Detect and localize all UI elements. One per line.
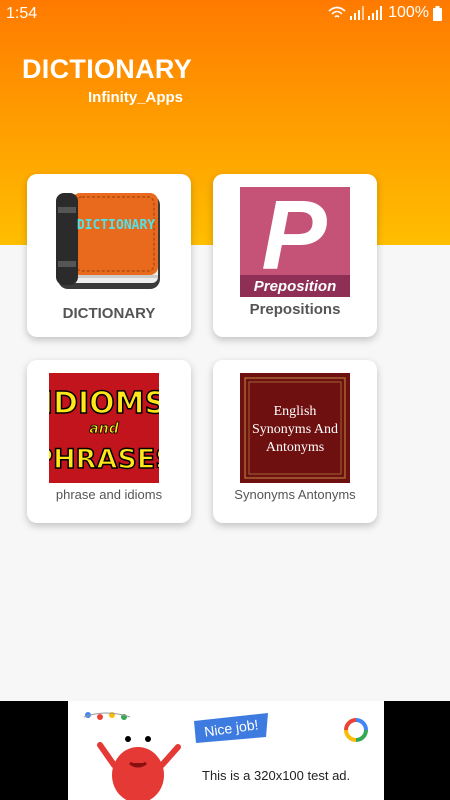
card-synonyms-antonyms[interactable]: English Synonyms And Antonyms Synonyms A… bbox=[213, 360, 377, 523]
card-label-phrase-idioms: phrase and idioms bbox=[55, 487, 163, 502]
preposition-icon-letter: P bbox=[261, 187, 327, 290]
card-label-synonyms-antonyms: Synonyms Antonyms bbox=[234, 487, 356, 502]
idioms-phrases-icon: IDIOMS and PHRASES bbox=[49, 373, 159, 483]
ad-logo-icon bbox=[344, 718, 368, 742]
card-dictionary[interactable]: DICTIONARY DICTIONARY bbox=[27, 174, 191, 337]
status-time: 1:54 bbox=[6, 5, 38, 22]
dictionary-book-icon: DICTIONARY bbox=[56, 193, 160, 289]
card-prepositions[interactable]: P Preposition Prepositions bbox=[213, 174, 377, 337]
idioms-icon-line3: PHRASES bbox=[49, 444, 159, 475]
battery-icon bbox=[433, 5, 442, 21]
card-label-dictionary: DICTIONARY bbox=[62, 305, 156, 322]
card-phrase-idioms[interactable]: IDIOMS and PHRASES phrase and idioms bbox=[27, 360, 191, 523]
synonyms-antonyms-book-icon: English Synonyms And Antonyms bbox=[240, 373, 350, 483]
idioms-icon-line1: IDIOMS bbox=[49, 386, 159, 421]
synonyms-icon-line1: English bbox=[274, 404, 317, 419]
app-title: DICTIONARY bbox=[22, 54, 192, 84]
preposition-icon-text: Preposition bbox=[254, 278, 337, 295]
signal-icon-2 bbox=[368, 6, 383, 20]
synonyms-icon-line3: Antonyms bbox=[266, 440, 324, 455]
ad-text: This is a 320x100 test ad. bbox=[202, 768, 351, 783]
wifi-icon bbox=[328, 6, 346, 20]
signal-icon bbox=[350, 6, 365, 20]
ad-banner[interactable]: Nice job! This is a 320x100 test ad. bbox=[0, 701, 450, 800]
ad-content[interactable]: Nice job! This is a 320x100 test ad. bbox=[68, 701, 384, 800]
ad-monster-illustration bbox=[83, 712, 181, 800]
app-subtitle: Infinity_Apps bbox=[88, 89, 184, 106]
preposition-icon: P Preposition bbox=[240, 187, 350, 297]
card-label-prepositions: Prepositions bbox=[249, 301, 341, 318]
dictionary-icon-text: DICTIONARY bbox=[77, 218, 155, 233]
status-icons: 100% bbox=[328, 4, 442, 22]
battery-percent: 100% bbox=[388, 4, 429, 21]
synonyms-icon-line2: Synonyms And bbox=[252, 422, 338, 437]
status-bar: 1:54 100% bbox=[0, 0, 450, 28]
idioms-icon-line2: and bbox=[89, 421, 119, 437]
